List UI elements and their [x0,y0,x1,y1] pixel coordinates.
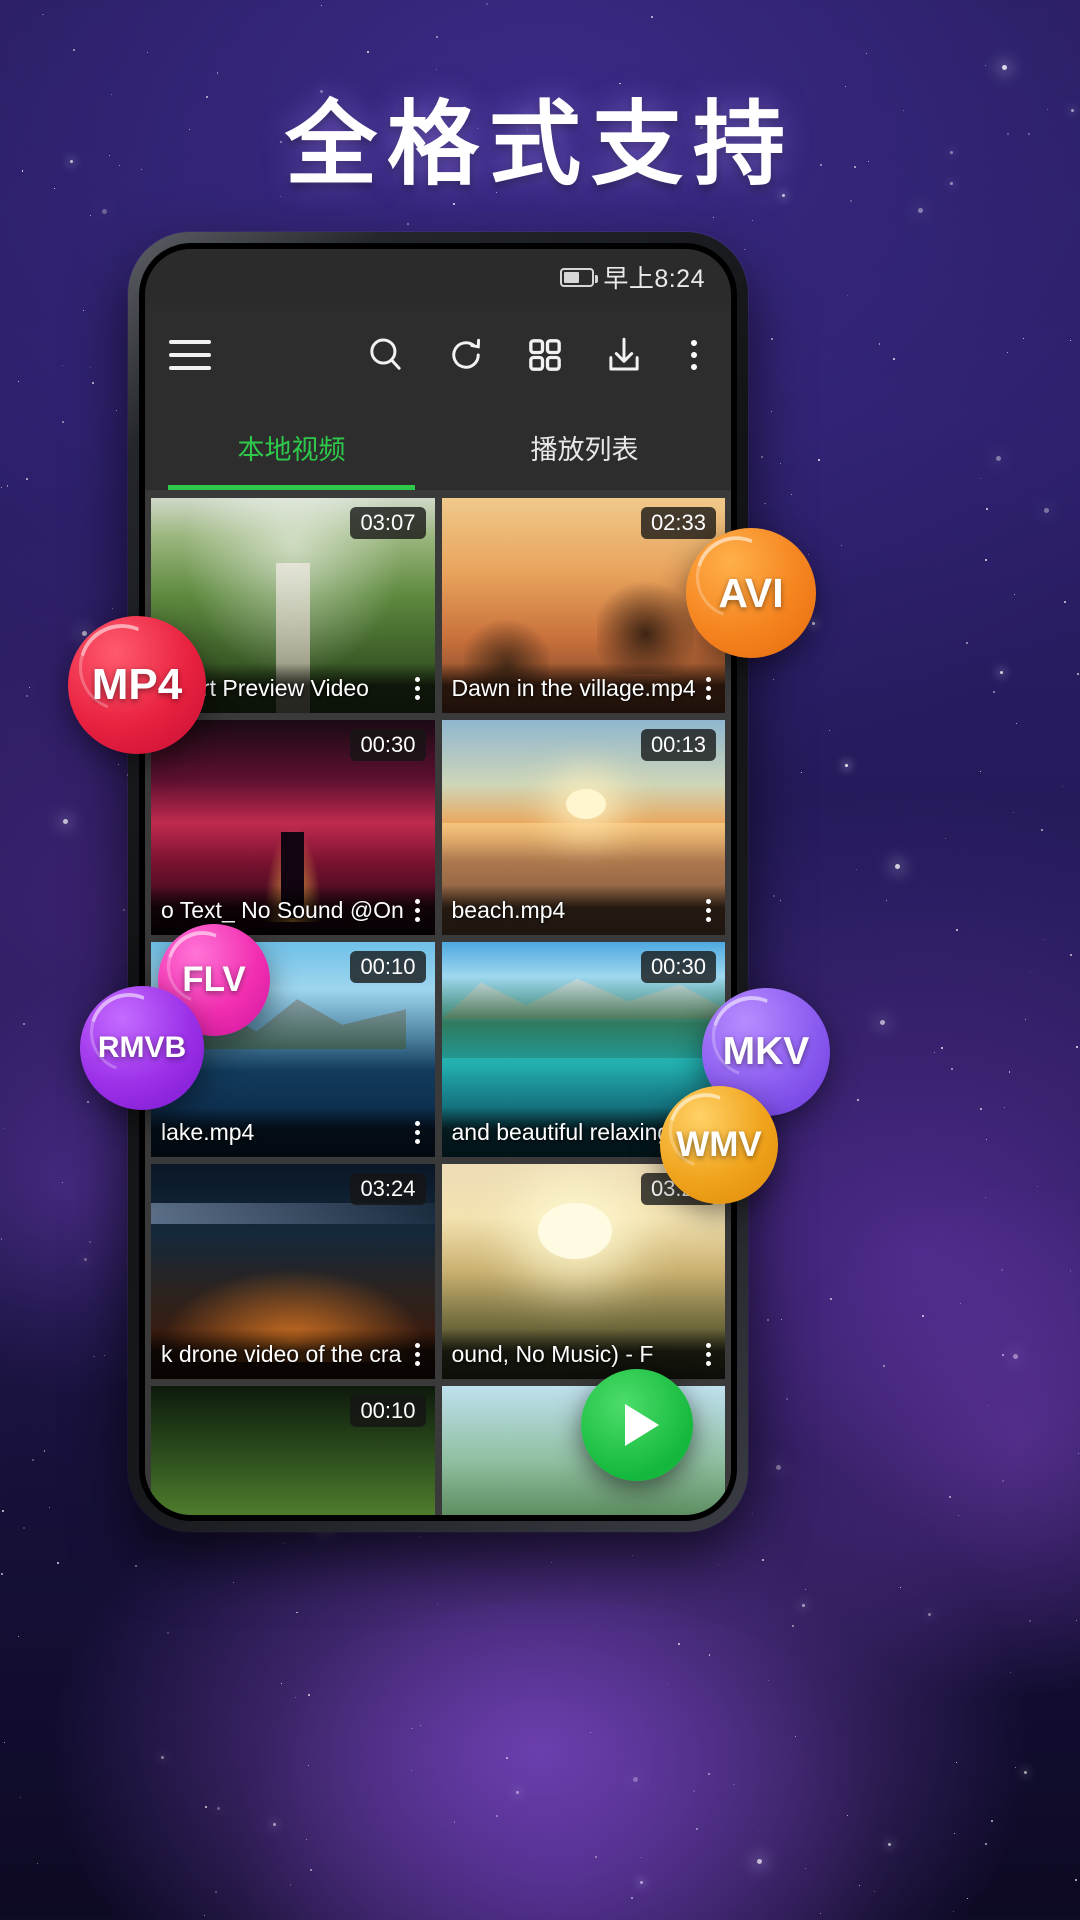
status-bar-clock: 早上8:24 [603,265,705,293]
video-card[interactable]: 02:33 Dawn in the village.mp4 [441,498,725,713]
tab-local-videos[interactable]: 本地视频 [145,405,438,490]
format-bubble-wmv: WMV [660,1086,778,1204]
video-title: ound, No Music) - F [451,1340,654,1367]
phone-mockup: 早上8:24 本地视频 播放列表 03:07 Short Preview Vid… [128,232,748,1532]
tab-bar: 本地视频 播放列表 [145,405,731,491]
video-caption: k drone video of the cra [151,1329,435,1379]
format-bubble-mkv-label: MKV [722,1030,810,1073]
phone-screen: 早上8:24 本地视频 播放列表 03:07 Short Preview Vid… [145,249,731,1515]
bg-glow-bottom [180,1600,940,1920]
video-card[interactable]: 00:10 [151,1386,435,1515]
video-caption: ound, No Music) - F [441,1329,725,1379]
video-duration: 00:10 [350,1395,426,1427]
video-caption: lake.mp4 [151,1107,435,1157]
video-title: lake.mp4 [161,1118,255,1145]
video-card[interactable]: 03:24 k drone video of the cra [151,1164,435,1379]
search-icon[interactable] [365,334,407,376]
video-title: k drone video of the cra [161,1340,402,1367]
phone-bezel: 早上8:24 本地视频 播放列表 03:07 Short Preview Vid… [139,243,737,1521]
refresh-icon[interactable] [445,334,487,376]
tab-local-videos-label: 本地视频 [237,435,346,465]
video-more-icon[interactable] [697,894,719,926]
format-bubble-rmvb-label: RMVB [97,1031,187,1064]
format-bubble-mp4-label: MP4 [91,660,183,709]
battery-icon [560,267,599,287]
format-bubble-flv-label: FLV [182,960,246,999]
video-more-icon[interactable] [407,1338,429,1370]
more-vertical-icon[interactable] [683,335,705,375]
download-icon[interactable] [603,334,645,376]
play-fab-button[interactable] [581,1369,693,1481]
format-bubble-avi: AVI [686,528,816,658]
video-title: Dawn in the village.mp4 [451,674,696,701]
video-title: o Text_ No Sound @On [161,896,404,923]
video-caption: Dawn in the village.mp4 [441,663,725,713]
video-duration: 00:10 [350,951,426,983]
page-title: 全格式支持 [284,91,795,198]
format-bubble-wmv-label: WMV [676,1125,762,1164]
video-card[interactable]: 00:13 beach.mp4 [441,720,725,935]
grid-view-icon[interactable] [525,335,565,375]
video-duration: 00:13 [640,729,716,761]
bg-glow-right [760,1180,1080,1700]
hamburger-menu-icon[interactable] [169,340,211,370]
video-more-icon[interactable] [407,894,429,926]
video-more-icon[interactable] [407,672,429,704]
video-duration: 03:07 [350,507,426,539]
video-more-icon[interactable] [407,1116,429,1148]
video-duration: 00:30 [640,951,716,983]
video-title: beach.mp4 [451,896,566,923]
play-icon [625,1404,659,1446]
video-duration: 03:24 [350,1173,426,1205]
video-card[interactable]: 00:30 o Text_ No Sound @On [151,720,435,935]
tab-playlist[interactable]: 播放列表 [438,405,731,490]
tab-playlist-label: 播放列表 [530,435,639,465]
video-more-icon[interactable] [697,672,719,704]
format-bubble-avi-label: AVI [718,569,784,616]
format-bubble-mp4: MP4 [68,616,206,754]
video-duration: 00:30 [350,729,426,761]
video-caption: beach.mp4 [441,885,725,935]
video-more-icon[interactable] [697,1338,719,1370]
video-duration: 02:33 [640,507,716,539]
format-bubble-rmvb: RMVB [80,986,204,1110]
app-toolbar [145,305,731,405]
status-bar: 早上8:24 [145,249,731,305]
video-card[interactable]: 03:21 ound, No Music) - F [441,1164,725,1379]
